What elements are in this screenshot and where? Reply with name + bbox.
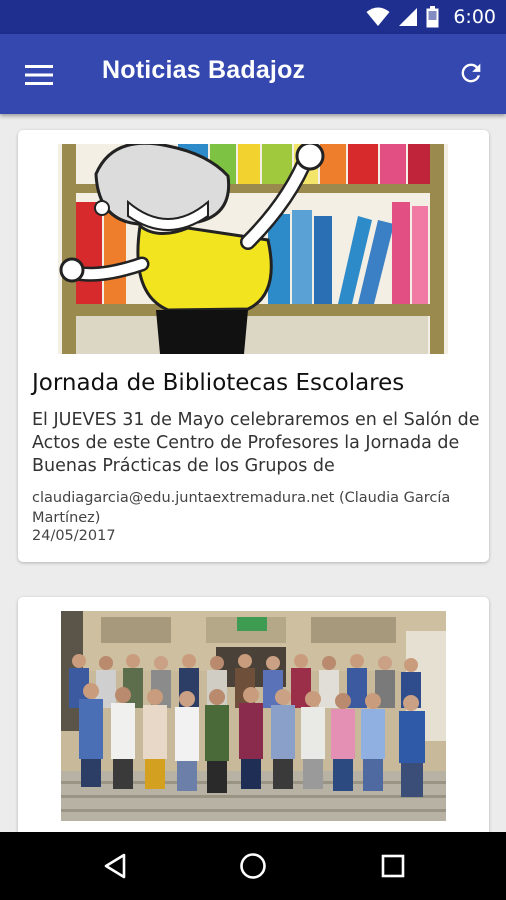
back-icon: [104, 853, 126, 879]
app-bar: Noticias Badajoz: [0, 34, 506, 114]
news-card[interactable]: [18, 597, 489, 832]
hamburger-menu-icon: [25, 65, 53, 85]
refresh-icon: [461, 63, 481, 83]
recent-apps-icon: [381, 854, 405, 878]
news-title: Jornada de Bibliotecas Escolares: [32, 370, 405, 396]
wifi-icon: [366, 7, 390, 26]
system-nav-bar: [0, 832, 506, 900]
news-author: claudiagarcia@edu.juntaextremadura.net (…: [32, 490, 451, 526]
status-bar: 6:00: [0, 0, 506, 34]
menu-button[interactable]: [22, 58, 56, 92]
news-date: 24/05/2017: [32, 528, 116, 544]
app-title: Noticias Badajoz: [102, 56, 306, 84]
cell-signal-icon: [399, 8, 418, 26]
recent-apps-button[interactable]: [376, 849, 410, 883]
status-time: 6:00: [453, 6, 496, 28]
home-button[interactable]: [236, 849, 270, 883]
home-icon: [240, 853, 266, 879]
news-card[interactable]: Jornada de Bibliotecas Escolares El JUEV…: [18, 130, 489, 562]
back-button[interactable]: [98, 849, 132, 883]
news-image-library-cartoon: [58, 144, 448, 354]
news-image-group-photo: [61, 611, 446, 821]
news-list: Jornada de Bibliotecas Escolares El JUEV…: [0, 114, 506, 832]
news-summary: El JUEVES 31 de Mayo celebraremos en el …: [32, 410, 480, 476]
battery-icon: [426, 6, 439, 28]
refresh-button[interactable]: [454, 56, 488, 90]
